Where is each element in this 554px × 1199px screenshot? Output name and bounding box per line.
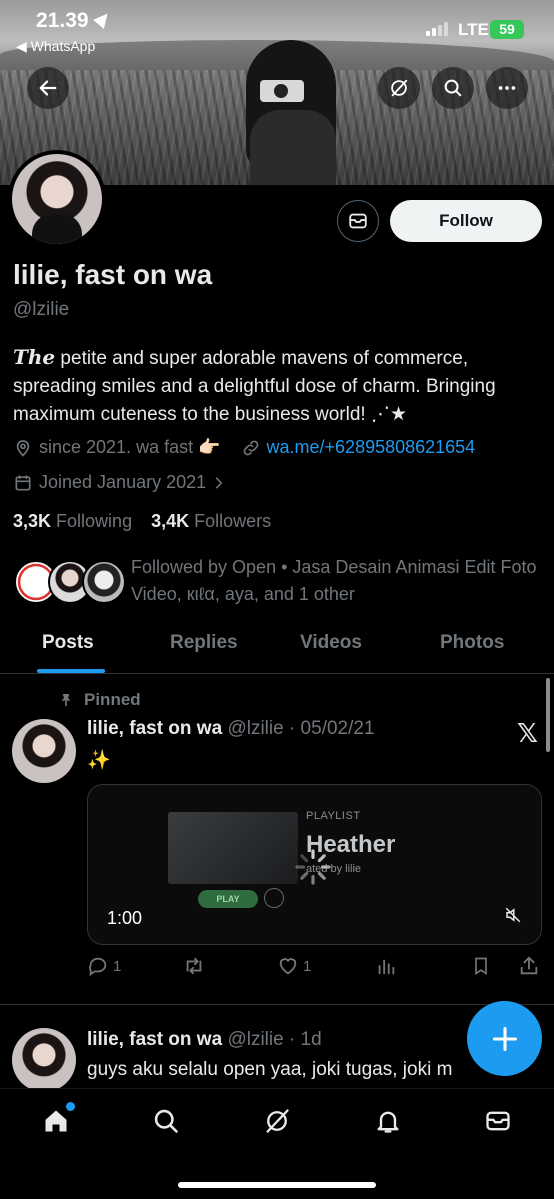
nav-messages[interactable] (482, 1105, 514, 1137)
bookmark-icon (475, 957, 487, 976)
signal-icon (426, 22, 448, 36)
joined-text: Joined January 2021 (39, 472, 207, 492)
post-handle-date: @lzilie · 05/02/21 (227, 718, 375, 739)
bio-lead: The (13, 345, 56, 369)
envelope-icon (349, 213, 367, 229)
more-dots-icon (264, 888, 284, 908)
avatar (82, 560, 126, 604)
bottom-nav (0, 1088, 554, 1199)
arrow-left-icon (39, 80, 57, 96)
plus-icon (492, 1026, 517, 1051)
views-chart-icon (378, 959, 395, 975)
nav-search[interactable] (150, 1105, 182, 1137)
location-pin-icon (13, 438, 33, 458)
grok-button[interactable] (378, 67, 420, 109)
tab-videos[interactable]: Videos (300, 632, 362, 654)
x-logo-icon: 𝕏 (517, 718, 538, 748)
tab-posts[interactable]: Posts (42, 632, 94, 654)
network-type: LTE (458, 20, 489, 39)
back-to-app-link[interactable]: ◀ WhatsApp (16, 38, 95, 55)
tab-photos[interactable]: Photos (440, 632, 504, 654)
post-header: lilie, fast on wa @lzilie · 1d (87, 1029, 322, 1051)
tab-replies[interactable]: Replies (170, 632, 238, 654)
location-arrow-icon (93, 9, 113, 29)
notification-dot (66, 1102, 75, 1111)
compose-post-button[interactable] (467, 1001, 542, 1076)
home-icon (45, 1110, 67, 1132)
banner-person (238, 40, 348, 185)
pinned-label: Pinned (58, 690, 141, 710)
bookmark-button[interactable] (471, 955, 491, 977)
more-button[interactable] (486, 67, 528, 109)
search-icon (444, 79, 462, 97)
profile-tabs: Posts Replies Videos Photos (0, 620, 554, 674)
link-icon (241, 438, 261, 458)
followed-by-text[interactable]: Followed by Open • Jasa Desain Animasi E… (131, 554, 541, 608)
post-author[interactable]: lilie, fast on wa (87, 718, 222, 739)
active-tab-indicator (37, 669, 105, 673)
play-pill: PLAY (198, 890, 258, 908)
post-divider (0, 1004, 554, 1005)
follow-counts: 3,3K Following 3,4K Followers (13, 511, 271, 532)
status-time: 21.39 (36, 9, 89, 32)
post-avatar[interactable] (12, 719, 76, 783)
scrollbar[interactable] (546, 678, 550, 752)
home-indicator[interactable] (178, 1182, 376, 1188)
camera-icon (260, 80, 304, 102)
message-button[interactable] (337, 200, 379, 242)
views-button[interactable] (375, 955, 397, 977)
post-text: ✨ (87, 750, 111, 771)
joined-row[interactable]: Joined January 2021 (13, 472, 232, 493)
nav-home[interactable] (40, 1102, 75, 1137)
profile-handle: @lzilie (13, 299, 70, 320)
following-link[interactable]: 3,3K Following (13, 511, 132, 531)
profile-avatar[interactable] (8, 150, 106, 248)
post-header: lilie, fast on wa @lzilie · 05/02/21 (87, 718, 375, 740)
calendar-icon (13, 473, 33, 493)
post-avatar[interactable] (12, 1028, 76, 1092)
follow-button[interactable]: Follow (390, 200, 542, 242)
back-button[interactable] (27, 67, 69, 109)
more-dots-icon (498, 86, 516, 90)
location-text: since 2021. wa fast 👉🏻 (39, 437, 221, 457)
profile-bio: The petite and super adorable mavens of … (13, 343, 543, 429)
search-icon (154, 1109, 178, 1133)
envelope-icon (486, 1111, 510, 1131)
post-media-video[interactable]: PLAYLIST Heather ated by lilie PLAY 1:00 (87, 784, 542, 945)
reply-icon (89, 957, 107, 977)
pin-icon (61, 694, 71, 706)
post-actions: 1 1 (87, 955, 542, 981)
nav-notifications[interactable] (372, 1105, 404, 1137)
grok-icon (266, 1109, 289, 1133)
repost-icon (186, 957, 202, 975)
playlist-thumbnail (168, 812, 298, 884)
profile-name: lilie, fast on wa (13, 259, 213, 290)
grok-icon (391, 79, 408, 97)
search-button[interactable] (432, 67, 474, 109)
loading-spinner-icon (295, 849, 331, 885)
reply-button[interactable]: 1 (87, 955, 121, 977)
share-button[interactable] (518, 955, 540, 977)
post-handle-date: @lzilie · 1d (227, 1029, 322, 1050)
followed-by-avatars[interactable] (14, 560, 126, 606)
battery-icon: 59 (490, 20, 524, 39)
chevron-right-icon (212, 476, 226, 490)
post-text: guys aku selalu open yaa, joki tugas, jo… (87, 1059, 453, 1080)
playlist-label: PLAYLIST (306, 810, 361, 822)
mute-icon[interactable] (504, 906, 522, 924)
like-button[interactable]: 1 (277, 955, 311, 977)
heart-icon (279, 958, 297, 975)
bell-icon (377, 1111, 399, 1133)
bio-text: petite and super adorable mavens of comm… (13, 348, 496, 425)
status-bar: 21.39 ◀ WhatsApp LTE 59 (0, 0, 554, 58)
location-row: since 2021. wa fast 👉🏻 wa.me/+6289580862… (13, 437, 475, 458)
video-duration: 1:00 (107, 908, 143, 928)
repost-button[interactable] (182, 955, 206, 977)
share-icon (520, 956, 538, 975)
website-link[interactable]: wa.me/+62895808621654 (267, 437, 476, 458)
nav-grok[interactable] (261, 1105, 293, 1137)
followers-link[interactable]: 3,4K Followers (151, 511, 271, 531)
post-author[interactable]: lilie, fast on wa (87, 1029, 222, 1050)
